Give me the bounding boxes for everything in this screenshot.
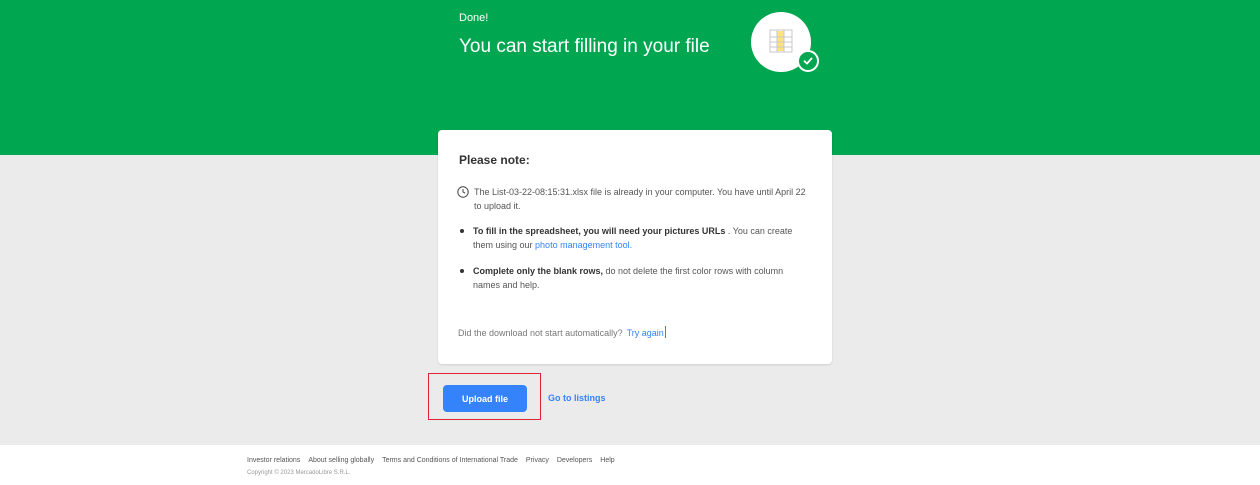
copyright: Copyright © 2023 MercadoLibre S.R.L. [247, 470, 351, 476]
bullet-text: Complete only the blank rows, do not del… [473, 264, 810, 292]
photo-management-link[interactable]: photo management tool. [535, 240, 632, 250]
footer-link-privacy[interactable]: Privacy [526, 457, 549, 464]
list-item: To fill in the spreadsheet, you will nee… [460, 224, 810, 252]
bullet-dot [460, 229, 464, 233]
bullet-dot [460, 269, 464, 273]
notice-card: Please note: The List-03-22-08:15:31.xls… [438, 130, 832, 364]
upload-file-button[interactable]: Upload file [443, 385, 527, 412]
footer-link-investor-relations[interactable]: Investor relations [247, 457, 300, 464]
clock-icon [457, 186, 469, 198]
text-cursor [664, 326, 666, 338]
bullet-bold-text: To fill in the spreadsheet, you will nee… [473, 226, 726, 236]
file-note: The List-03-22-08:15:31.xlsx file is alr… [457, 185, 807, 213]
page-title: You can start filling in your file [459, 36, 710, 57]
file-note-text: The List-03-22-08:15:31.xlsx file is alr… [474, 187, 806, 211]
try-again-link[interactable]: Try again [627, 328, 664, 338]
footer-link-developers[interactable]: Developers [557, 457, 592, 464]
retry-row: Did the download not start automatically… [458, 326, 666, 338]
list-item: Complete only the blank rows, do not del… [460, 264, 810, 292]
bullet-bold-text: Complete only the blank rows, [473, 266, 604, 276]
footer-links: Investor relations About selling globall… [247, 457, 623, 464]
check-icon [797, 50, 819, 72]
card-title: Please note: [459, 153, 530, 167]
status-label: Done! [459, 12, 489, 24]
bullet-text: To fill in the spreadsheet, you will nee… [473, 224, 810, 252]
footer-link-about-selling[interactable]: About selling globally [308, 457, 374, 464]
retry-question: Did the download not start automatically… [458, 328, 623, 338]
go-to-listings-link[interactable]: Go to listings [548, 393, 606, 403]
footer-link-terms[interactable]: Terms and Conditions of International Tr… [382, 457, 518, 464]
footer-link-help[interactable]: Help [600, 457, 614, 464]
